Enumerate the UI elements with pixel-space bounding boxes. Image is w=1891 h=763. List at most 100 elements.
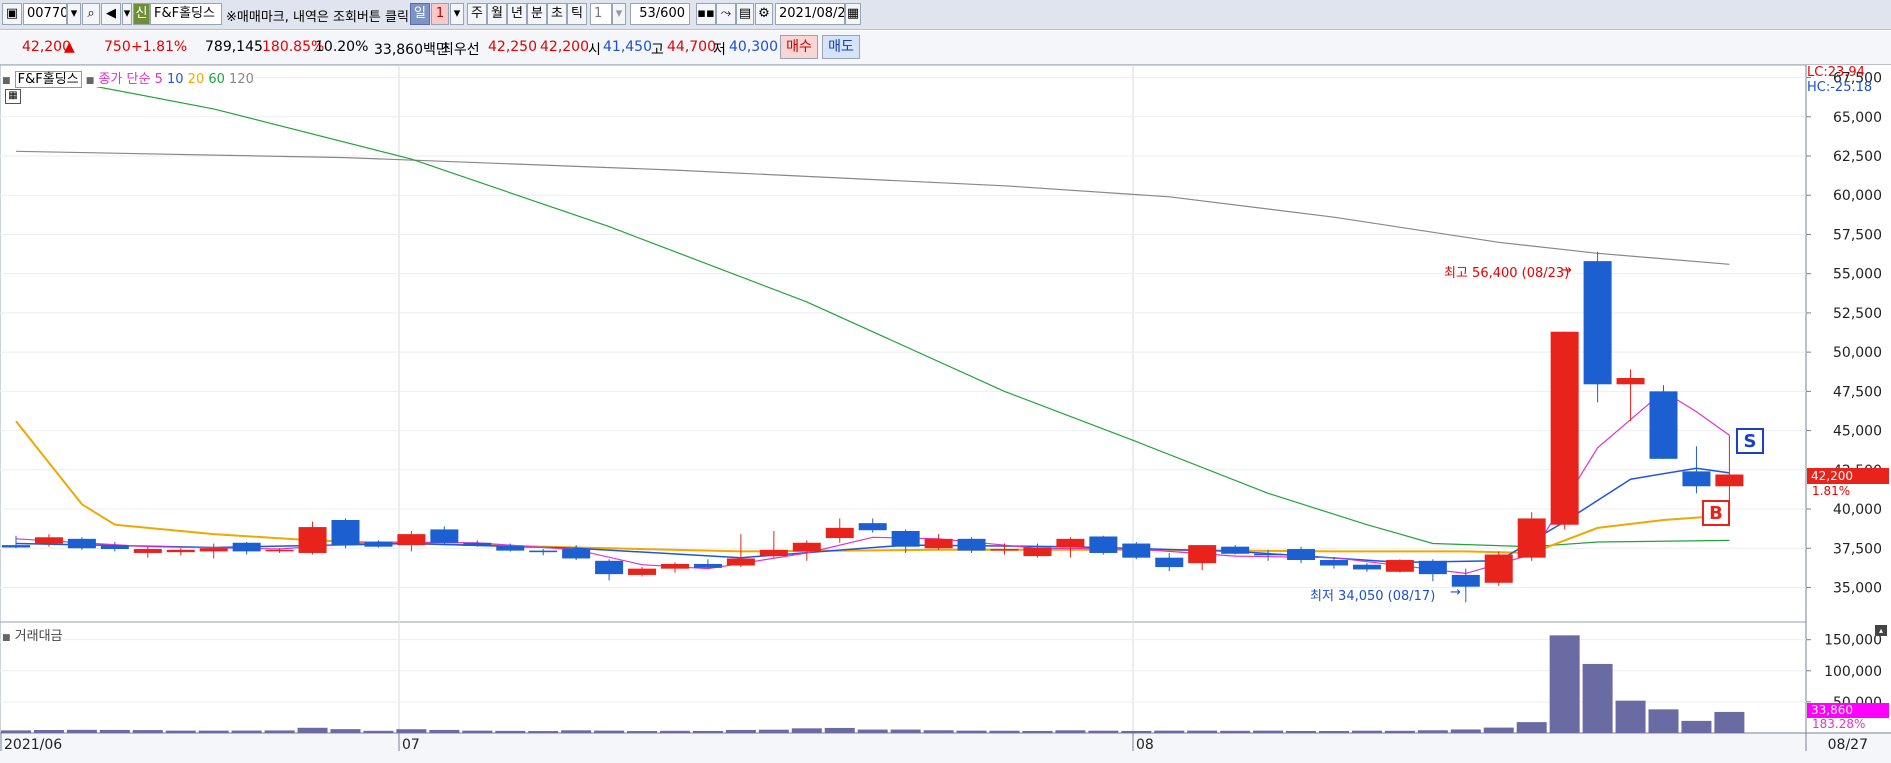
volume-bar [890,729,921,733]
last-price-tag: 42,200 [1807,468,1889,484]
volume-bar [396,729,427,733]
volume-square-icon: ■ [2,633,11,643]
gear-icon[interactable]: ⚙ [755,3,773,25]
open-label: 시 [588,42,601,58]
tab-tick[interactable]: 틱 [567,3,587,25]
save-icon[interactable]: ▤ [736,3,754,25]
up-triangle-icon: ▲ [64,39,75,55]
hc-label: HC:-25.18 [1807,80,1873,95]
date-axis-band [0,733,1891,763]
price-tick-label: 62,500 [1833,149,1882,165]
candle-body [2,545,30,548]
sell-signal-mark[interactable]: S [1736,428,1764,454]
price-tick-label: 45,000 [1833,424,1882,440]
volume-bar [99,729,130,733]
calendar-icon[interactable]: ▦ [845,3,861,25]
candle-body [364,541,393,547]
volume-axis: 50,000100,000150,000 [1806,633,1882,711]
buy-button[interactable]: 매수 [780,35,818,59]
buy-signal-mark[interactable]: B [1702,500,1730,526]
volume-bar [989,730,1020,733]
count-field[interactable]: 53/600 [630,3,690,25]
volume-bar [1384,730,1415,733]
speaker-dropdown-icon[interactable]: ▾ [122,3,132,25]
candle-body [298,527,327,553]
volume-bar [791,728,822,733]
panel-stock-name[interactable]: F&F홀딩스 [14,71,82,88]
candle-body [1254,553,1283,556]
volume-bar [66,729,97,733]
sell-button[interactable]: 매도 [822,35,860,59]
candle-body [792,542,821,552]
interval-dropdown-icon[interactable]: ▾ [612,3,626,25]
chart-tools-icon[interactable]: ▪▪ [696,3,716,25]
volume-panel-header: ■ 거래대금 [2,625,63,644]
volume-bar [725,729,756,733]
candle-body [34,537,63,544]
volume-bar [1516,722,1547,733]
window-icon[interactable]: ▣ [2,3,22,25]
tab-week[interactable]: 주 [467,3,487,25]
quote-bar: 42,200 ▲ 750 +1.81% 789,145 180.85% 10.2… [0,31,1891,65]
candle-body [726,558,755,566]
volume-bar [1351,730,1382,733]
candle-body [1122,543,1151,558]
volume-bar [1022,730,1053,733]
volume-bar [1220,730,1251,733]
trade-amount: 33,860백만 [374,42,449,58]
candle-body [199,548,228,552]
price-chart[interactable]: 35,00037,50040,00042,50045,00047,50050,0… [0,65,1891,763]
interval-input[interactable]: 1 [590,3,612,25]
tab-year[interactable]: 년 [507,3,527,25]
volume-last-tag: 33,860 [1807,703,1889,718]
period-dropdown-icon[interactable]: ▾ [450,3,464,25]
tab-second[interactable]: 초 [547,3,567,25]
panel-menu-icon[interactable]: ▴ [1875,625,1887,636]
candle-body [1023,547,1052,557]
volume-bar [627,731,658,733]
candle-body [1320,560,1348,566]
candle-body [858,523,887,531]
candle-body [133,549,162,553]
volume-bar [594,730,625,733]
candle-body [1221,546,1250,554]
volume-bar [330,729,361,733]
grid-table-icon[interactable]: ▦ [5,89,21,104]
ma10-label: 10 [166,72,184,87]
candle-body [100,545,129,550]
ma120-label: 120 [229,72,254,87]
candle-body [232,542,261,552]
stock-name-field[interactable]: F&F홀딩스 [150,3,222,25]
price-tick-label: 50,000 [1833,345,1882,361]
candle-body [1616,378,1645,385]
volume-panel-title: 거래대금 [14,629,63,644]
tab-day[interactable]: 일 [410,3,430,25]
date-tick-label: 08/27 [1828,737,1868,753]
price-tick-label: 47,500 [1833,384,1882,400]
price-tick-label: 52,500 [1833,306,1882,322]
date-tick-label: 08 [1136,737,1154,753]
volume-bar [956,730,987,733]
stock-code-input[interactable]: 007700 [23,3,67,25]
trend-icon[interactable]: ⤳ [716,3,736,25]
tab-minute[interactable]: 분 [527,3,547,25]
high-price: 44,700 [667,39,716,55]
price-tick-label: 40,000 [1833,502,1882,518]
search-icon[interactable]: ⌕ [82,3,100,25]
candle-body [661,563,689,569]
period-value[interactable]: 1 [431,3,449,25]
hint-text: ※매매마크, 내역은 조회버튼 클릭 [226,10,409,25]
open-price: 41,450 [603,39,652,55]
volume-bar [758,729,789,733]
candle-body [1056,538,1085,548]
volume-bar [1648,709,1679,733]
candle-body [957,538,986,551]
tab-month[interactable]: 월 [487,3,507,25]
date-input[interactable]: 2021/08/27 [775,3,845,25]
ma5-label: 5 [154,72,163,87]
volume-bar [1,730,31,733]
volume-tick-label: 100,000 [1824,664,1882,680]
speaker-icon[interactable]: ◀ [101,3,121,25]
volume-bar [1319,731,1349,733]
code-dropdown-icon[interactable]: ▾ [67,3,81,25]
